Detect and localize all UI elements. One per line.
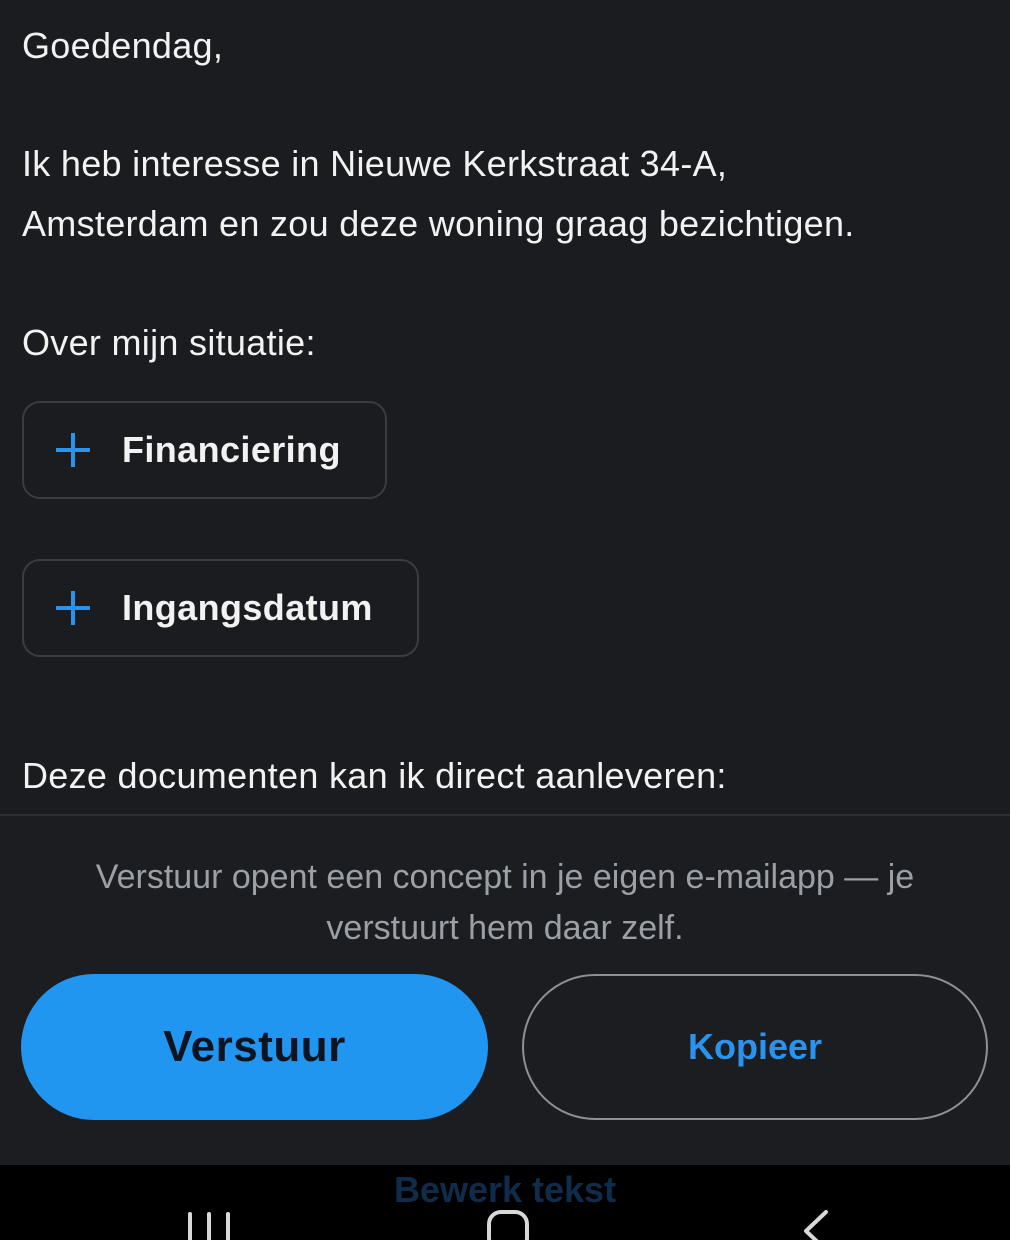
interest-text-line-1: Ik heb interesse in Nieuwe Kerkstraat 34… [22,143,728,184]
interest-text-line-2: Amsterdam en zou deze woning graag bezic… [22,203,855,244]
back-icon[interactable] [800,1209,830,1240]
copy-button[interactable]: Kopieer [522,974,988,1120]
add-ingangsdatum-chip[interactable]: Ingangsdatum [22,559,419,657]
send-button[interactable]: Verstuur [21,974,488,1120]
greeting-text: Goedendag, [22,25,224,66]
edit-text-link[interactable]: Bewerk tekst [0,1169,1010,1211]
documents-heading: Deze documenten kan ik direct aanleveren… [22,755,727,796]
add-financiering-chip[interactable]: Financiering [22,401,387,499]
send-notice: Verstuur opent een concept in je eigen e… [95,858,915,947]
plus-icon [56,591,90,625]
system-navigation-bar: Bewerk tekst [0,1165,1010,1240]
plus-icon [56,433,90,467]
chip-label-financiering: Financiering [122,429,341,470]
chip-label-ingangsdatum: Ingangsdatum [122,587,373,628]
situation-heading: Over mijn situatie: [22,322,316,363]
action-panel: Verstuur opent een concept in je eigen e… [0,816,1010,1166]
message-preview: Goedendag, Ik heb interesse in Nieuwe Ke… [0,0,1010,815]
recent-apps-icon[interactable] [186,1212,232,1240]
home-icon[interactable] [487,1210,529,1240]
